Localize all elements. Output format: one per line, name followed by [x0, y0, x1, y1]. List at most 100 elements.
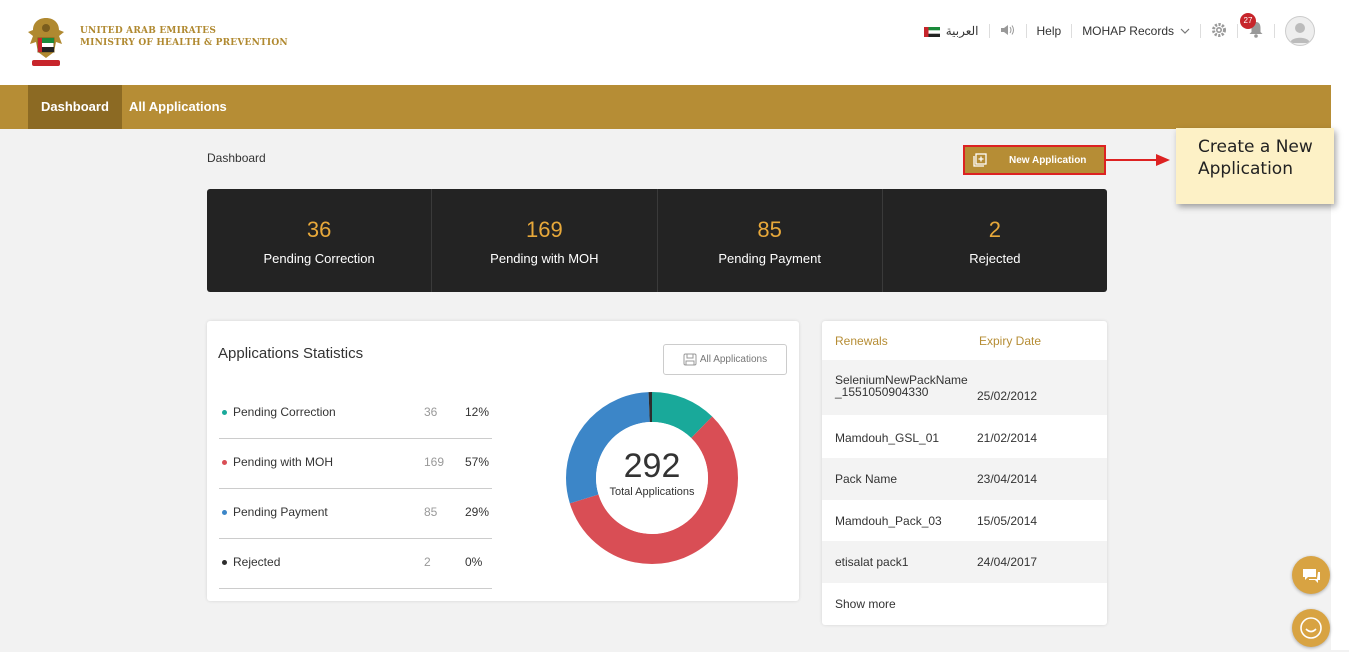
legend-count: 85: [424, 505, 438, 519]
summary-pending-with-moh[interactable]: 169 Pending with MOH: [432, 189, 658, 292]
legend-count: 169: [424, 455, 445, 469]
legend-dot: [222, 460, 227, 465]
divider: [1200, 24, 1201, 38]
summary-bar: 36 Pending Correction 169 Pending with M…: [207, 189, 1107, 292]
brand-line-ministry: MINISTRY OF HEALTH & PREVENTION: [80, 38, 288, 48]
renewal-name: Mamdouh_GSL_01: [835, 431, 940, 445]
divider: [1071, 24, 1073, 38]
renewal-row[interactable]: SeleniumNewPackName _1551050904330 25/02…: [822, 360, 1107, 415]
nav-dashboard[interactable]: Dashboard: [28, 85, 122, 129]
donut-center: 292 Total Applications: [566, 448, 738, 498]
notification-count-badge: 27: [1240, 13, 1256, 29]
summary-pending-correction[interactable]: 36 Pending Correction: [207, 189, 433, 292]
statistics-title: Applications Statistics: [218, 345, 364, 362]
divider: [1025, 24, 1027, 38]
total-applications-label: Total Applications: [609, 486, 695, 498]
breadcrumb: Dashboard: [207, 151, 266, 165]
renewals-column-header: Renewals: [835, 334, 888, 348]
summary-value: 36: [306, 217, 332, 242]
legend-row: Pending Correction 36 12%: [219, 388, 492, 439]
language-switch[interactable]: العربية: [923, 24, 979, 38]
chat-icon: [1303, 569, 1320, 583]
legend-pct: 29%: [465, 505, 490, 519]
legend-row: Rejected 2 0%: [219, 538, 492, 589]
uae-flag-icon: [923, 26, 940, 37]
ministry-brand: UNITED ARAB EMIRATES MINISTRY OF HEALTH …: [80, 25, 288, 49]
all-applications-button[interactable]: All Applications: [663, 344, 787, 375]
legend-dot: [222, 410, 227, 415]
records-menu[interactable]: MOHAP Records: [1082, 24, 1190, 38]
save-icon: [683, 353, 697, 366]
callout-line-2: Application: [1198, 159, 1293, 179]
renewal-row[interactable]: Mamdouh_Pack_03 15/05/2014: [822, 500, 1107, 542]
divider: [1274, 24, 1275, 38]
renewal-row[interactable]: Mamdouh_GSL_01 21/02/2014: [822, 417, 1107, 459]
legend-row: Pending with MOH 169 57%: [219, 438, 492, 489]
summary-pending-payment[interactable]: 85 Pending Payment: [658, 189, 883, 292]
summary-label: Rejected: [969, 251, 1021, 266]
help-link[interactable]: Help: [1037, 24, 1062, 38]
summary-value: 169: [526, 217, 563, 242]
renewal-name: Mamdouh_Pack_03: [835, 514, 942, 528]
legend-row: Pending Payment 85 29%: [219, 488, 492, 539]
legend-pct: 12%: [465, 405, 490, 419]
renewal-date: 23/04/2014: [977, 472, 1038, 486]
language-label: العربية: [945, 24, 979, 38]
brand-line-country: UNITED ARAB EMIRATES: [80, 26, 217, 36]
new-application-label: New Application: [1009, 154, 1087, 166]
summary-value: 2: [988, 217, 1001, 242]
summary-label: Pending Payment: [718, 251, 821, 266]
renewal-name: Pack Name: [835, 472, 898, 486]
support-button[interactable]: [1292, 609, 1330, 647]
top-header: UNITED ARAB EMIRATES MINISTRY OF HEALTH …: [0, 0, 1349, 85]
legend-pct: 0%: [465, 555, 483, 569]
chat-button[interactable]: [1292, 556, 1330, 594]
user-icon: [1290, 23, 1310, 43]
main-nav: Dashboard All Applications: [0, 85, 1331, 129]
summary-rejected[interactable]: 2 Rejected: [883, 189, 1107, 292]
renewal-date: 15/05/2014: [977, 514, 1038, 528]
chevron-down-icon: [1180, 28, 1190, 34]
smile-icon: [1300, 617, 1322, 639]
add-document-icon: [973, 153, 987, 167]
records-menu-label: MOHAP Records: [1082, 24, 1174, 38]
summary-label: Pending Correction: [263, 251, 375, 266]
gear-icon[interactable]: [1211, 22, 1227, 41]
renewal-date: 24/04/2017: [977, 555, 1038, 569]
callout-line-1: Create a New: [1198, 137, 1313, 157]
legend-name: Rejected: [233, 555, 281, 569]
renewal-name: SeleniumNewPackName _1551050904330: [835, 373, 968, 399]
legend-count: 36: [424, 405, 438, 419]
divider: [988, 24, 990, 38]
summary-label: Pending with MOH: [490, 251, 599, 266]
renewals-card: Renewals Expiry Date SeleniumNewPackName…: [822, 321, 1107, 625]
callout-arrow-line: [1106, 159, 1158, 161]
renewal-date: 21/02/2014: [977, 431, 1038, 445]
renewal-name: etisalat pack1: [835, 555, 909, 569]
header-tools: العربية Help MOHAP Records 27: [923, 13, 1315, 47]
annotation-callout: Create a New Application: [1176, 128, 1334, 204]
show-more-link[interactable]: Show more: [835, 597, 896, 611]
total-applications-value: 292: [623, 447, 681, 485]
renewal-row[interactable]: etisalat pack1 24/04/2017: [822, 541, 1107, 583]
legend-name: Pending Correction: [233, 405, 336, 419]
legend-count: 2: [424, 555, 431, 569]
new-application-button[interactable]: New Application: [963, 145, 1106, 175]
legend-name: Pending with MOH: [233, 455, 334, 469]
uae-emblem-logo[interactable]: [24, 14, 68, 70]
user-avatar[interactable]: [1285, 16, 1315, 46]
speaker-icon[interactable]: [1000, 24, 1016, 39]
renewal-date: 25/02/2012: [977, 389, 1038, 403]
legend-name: Pending Payment: [233, 505, 328, 519]
expiry-date-column-header: Expiry Date: [979, 334, 1042, 348]
legend-dot: [222, 560, 227, 565]
summary-value: 85: [757, 217, 782, 242]
legend-dot: [222, 510, 227, 515]
nav-all-applications[interactable]: All Applications: [116, 85, 240, 129]
callout-arrow-head: [1156, 154, 1170, 166]
legend-pct: 57%: [465, 455, 490, 469]
notifications-bell[interactable]: 27: [1240, 13, 1264, 41]
renewal-row[interactable]: Pack Name 23/04/2014: [822, 458, 1107, 500]
all-applications-label: All Applications: [699, 354, 768, 365]
divider: [1237, 24, 1238, 38]
